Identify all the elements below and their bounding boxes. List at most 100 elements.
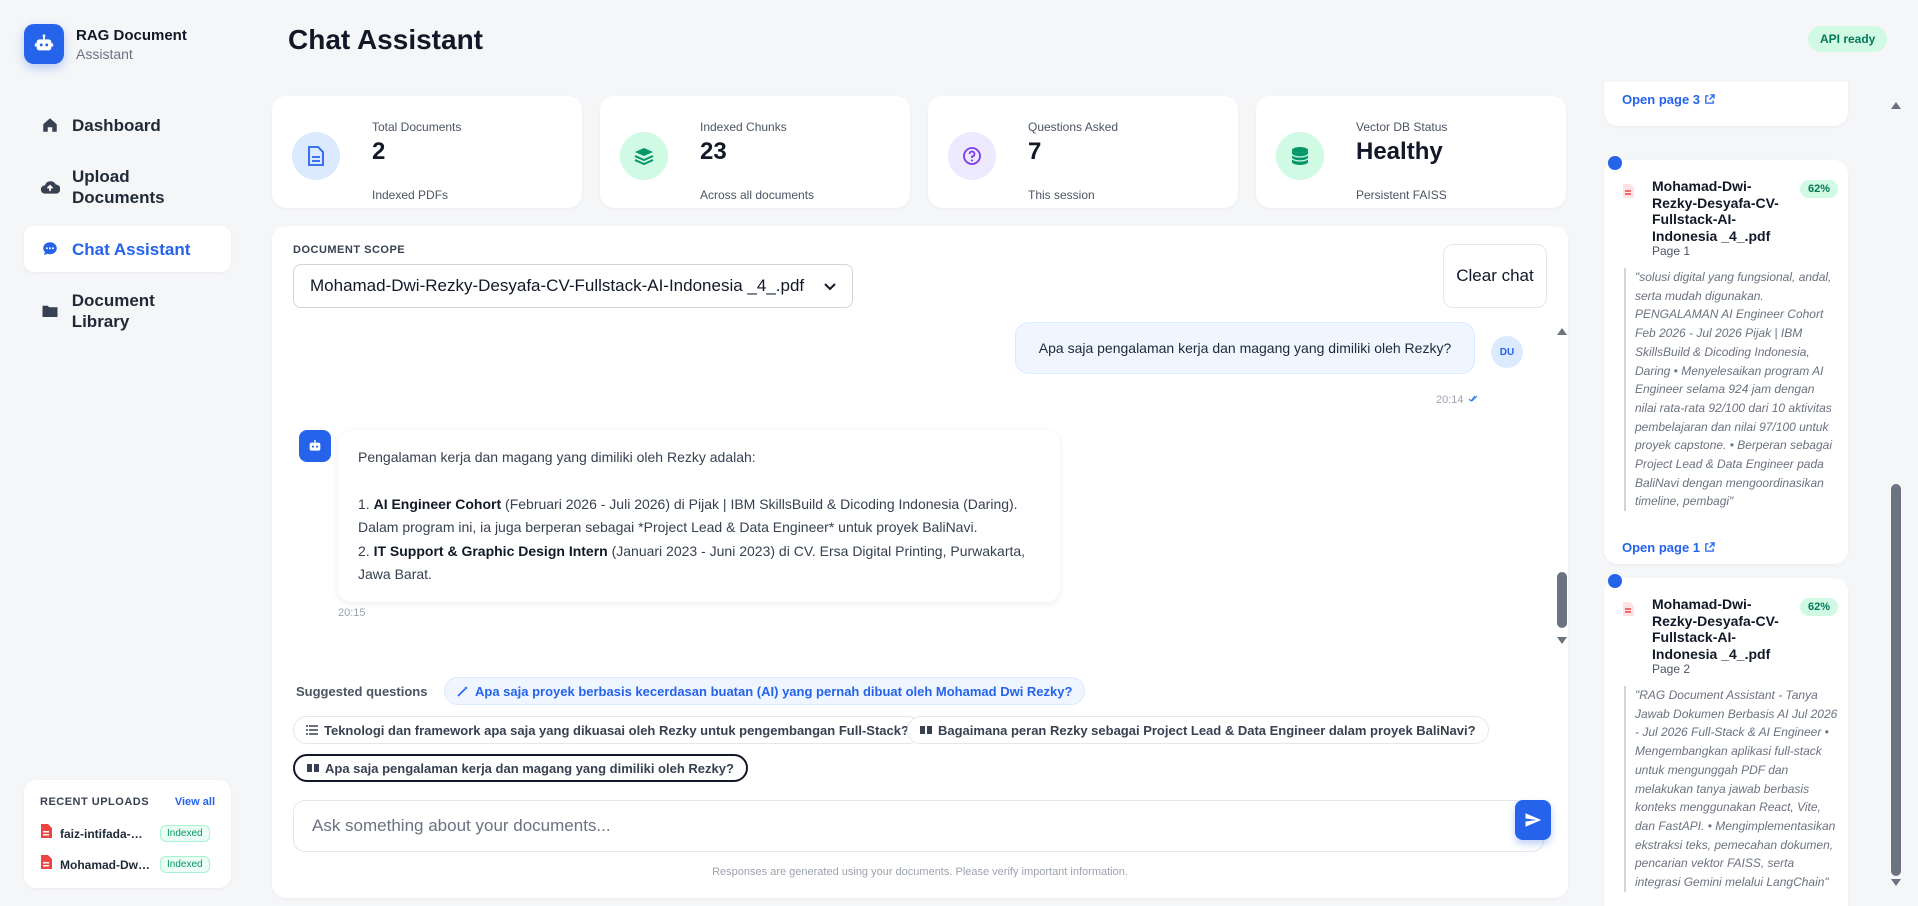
external-link-icon (1705, 542, 1715, 552)
sources-panel: Open page 3 Mohamad-Dwi-Rezky-Desyafa-CV… (1588, 82, 1918, 906)
disclaimer: Responses are generated using your docum… (712, 866, 1128, 878)
magic-wand-icon (457, 685, 469, 697)
suggestion-chip[interactable]: Bagaimana peran Rezky sebagai Project Le… (907, 716, 1489, 744)
list-item[interactable]: faiz-intifada-… Indexed (40, 818, 215, 849)
list-number: 1. (358, 495, 374, 512)
scrollbar-thumb[interactable] (1891, 484, 1901, 876)
stat-label: Vector DB Status (1356, 120, 1448, 134)
status-badge: Indexed (160, 856, 210, 873)
source-card: Open page 3 (1604, 82, 1848, 126)
stat-value: 23 (700, 138, 727, 165)
book-icon (307, 763, 319, 773)
stat-label: Indexed Chunks (700, 120, 787, 134)
scrollbar-thumb[interactable] (1557, 572, 1567, 628)
book-icon (920, 725, 932, 735)
brand-subtitle: Assistant (76, 45, 133, 62)
sidebar-item-chat[interactable]: Chat Assistant (24, 226, 231, 272)
main-content: Total Documents 2 Indexed PDFs Indexed C… (256, 82, 1568, 906)
clear-chat-button[interactable]: Clear chat (1443, 244, 1547, 308)
sidebar-item-label: Document Library (71, 291, 155, 331)
suggestion-text: Apa saja proyek berbasis kecerdasan buat… (475, 683, 1073, 699)
stat-sub: Indexed PDFs (372, 188, 449, 202)
stat-value: 2 (372, 138, 386, 165)
avatar: DU (1491, 336, 1523, 368)
send-icon (1525, 813, 1542, 827)
list-item-title: AI Engineer Cohort (373, 495, 502, 512)
list-icon (306, 725, 318, 735)
brand-title: RAG Document (76, 26, 187, 44)
open-page-link[interactable]: Open page 3 (1622, 92, 1715, 107)
chat-input-placeholder: Ask something about your documents... (312, 816, 611, 835)
view-all-link[interactable]: View all (175, 796, 215, 808)
user-message: Apa saja pengalaman kerja dan magang yan… (1015, 322, 1475, 374)
sidebar-item-label: Upload Documents (72, 167, 165, 207)
suggestion-text: Apa saja pengalaman kerja dan magang yan… (325, 760, 734, 776)
robot-icon (24, 24, 64, 64)
api-status-badge: API ready (1808, 26, 1888, 52)
assistant-list-item: 1. AI Engineer Cohort (Februari 2026 - J… (358, 493, 1040, 540)
source-marker-icon (1608, 574, 1622, 588)
message-timestamp: 20:15 (338, 607, 366, 619)
suggested-questions-label: Suggested questions (296, 684, 428, 699)
database-icon (1276, 132, 1324, 180)
stat-sub: Across all documents (700, 188, 815, 202)
pdf-icon (1622, 602, 1634, 621)
scroll-down-icon[interactable] (1890, 878, 1902, 888)
recent-file-name: faiz-intifada-… (60, 826, 143, 841)
stat-card-documents: Total Documents 2 Indexed PDFs (272, 96, 582, 208)
relevance-badge: 62% (1800, 598, 1839, 616)
relevance-badge: 62% (1800, 180, 1839, 198)
sidebar-item-upload[interactable]: Upload Documents (24, 156, 231, 218)
source-quote: "solusi digital yang fungsional, andal, … (1624, 268, 1838, 512)
scroll-up-icon[interactable] (1890, 100, 1902, 110)
sidebar-item-label: Dashboard (72, 115, 161, 135)
source-card: Mohamad-Dwi-Rezky-Desyafa-CV-Fullstack-A… (1604, 574, 1848, 906)
source-file-name: Mohamad-Dwi-Rezky-Desyafa-CV-Fullstack-A… (1652, 178, 1779, 244)
source-marker-icon (1608, 156, 1622, 170)
stat-label: Questions Asked (1028, 120, 1119, 134)
suggestion-chip[interactable]: Teknologi dan framework apa saja yang di… (293, 716, 922, 744)
suggestion-chip[interactable]: Apa saja pengalaman kerja dan magang yan… (293, 754, 748, 782)
external-link-icon (1705, 94, 1715, 104)
list-item-title: IT Support & Graphic Design Intern (373, 542, 608, 559)
open-page-text: Open page 3 (1622, 92, 1701, 107)
send-button[interactable] (1515, 800, 1551, 840)
document-scope-select[interactable]: Mohamad-Dwi-Rezky-Desyafa-CV-Fullstack-A… (293, 264, 853, 308)
stat-label: Total Documents (372, 120, 462, 134)
stat-sub: Persistent FAISS (1356, 188, 1447, 202)
stat-card-chunks: Indexed Chunks 23 Across all documents (600, 96, 910, 208)
stat-value: 7 (1028, 138, 1042, 165)
chevron-down-icon (824, 276, 836, 296)
status-badge: Indexed (160, 825, 210, 842)
suggestion-text: Teknologi dan framework apa saja yang di… (324, 722, 909, 738)
document-scope-label: DOCUMENT SCOPE (293, 244, 406, 256)
folder-icon (40, 303, 60, 319)
sidebar-item-library[interactable]: Document Library (24, 280, 231, 342)
scroll-down-icon[interactable] (1556, 636, 1568, 646)
robot-icon (299, 430, 331, 462)
stat-card-vector-db: Vector DB Status Healthy Persistent FAIS… (1256, 96, 1566, 208)
list-item[interactable]: Mohamad-Dw… Indexed (40, 849, 215, 880)
page-title: Chat Assistant (288, 24, 484, 55)
assistant-list-item: 2. IT Support & Graphic Design Intern (J… (358, 540, 1040, 587)
pdf-icon (40, 824, 56, 843)
sidebar-item-dashboard[interactable]: Dashboard (24, 102, 231, 148)
source-page: Page 1 (1652, 244, 1691, 258)
open-page-link[interactable]: Open page 1 (1622, 540, 1715, 555)
question-icon (948, 132, 996, 180)
scroll-up-icon[interactable] (1556, 326, 1568, 336)
home-icon (40, 116, 60, 134)
user-time: 20:14 (1436, 394, 1464, 406)
sources-scrollbar[interactable] (1890, 100, 1902, 890)
chat-scrollbar[interactable] (1556, 326, 1568, 646)
cloud-upload-icon (40, 178, 60, 196)
layers-icon (620, 132, 668, 180)
suggestion-chip[interactable]: Apa saja proyek berbasis kecerdasan buat… (444, 677, 1086, 705)
open-page-text: Open page 1 (1622, 540, 1701, 555)
recent-uploads: RECENT UPLOADS View all faiz-intifada-… … (24, 780, 231, 888)
brand[interactable]: RAG Document Assistant (24, 24, 187, 64)
assistant-message: Pengalaman kerja dan magang yang dimilik… (338, 430, 1060, 602)
message-timestamp: 20:14 (1436, 394, 1478, 406)
chat-input[interactable]: Ask something about your documents... (293, 800, 1544, 852)
stat-value: Healthy (1356, 138, 1443, 165)
